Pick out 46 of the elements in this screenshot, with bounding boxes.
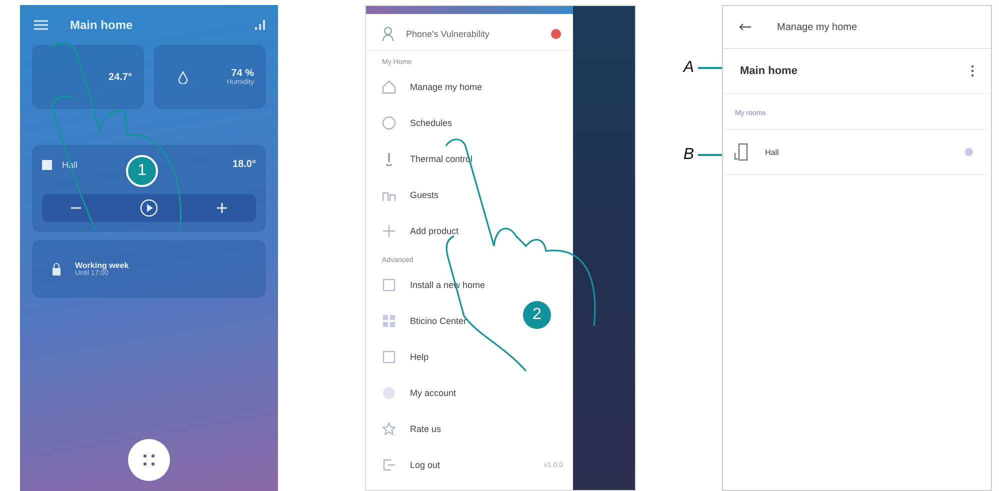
step-badge: 1 — [126, 155, 158, 187]
droplet-icon — [178, 70, 188, 84]
plus-icon[interactable] — [216, 203, 227, 213]
menu-item[interactable]: Add product — [366, 213, 469, 249]
apps-button[interactable] — [128, 439, 170, 481]
mode-title: Working week — [75, 261, 129, 270]
play-icon[interactable] — [140, 199, 158, 217]
box-icon — [382, 350, 396, 364]
grid-icon — [382, 314, 396, 328]
menu-icon[interactable] — [34, 20, 48, 30]
screen-title: Manage my home — [777, 22, 858, 32]
back-arrow-icon[interactable] — [739, 23, 751, 31]
menu-item[interactable]: Manage my home — [366, 69, 492, 105]
notification-dot — [551, 29, 561, 39]
status-dot — [965, 148, 973, 156]
plus-icon — [382, 224, 396, 238]
leader-line — [698, 67, 722, 69]
house-icon — [382, 80, 396, 94]
menu-item[interactable]: Help — [366, 339, 439, 375]
menu-item[interactable]: Guests — [366, 177, 449, 213]
more-options-icon[interactable] — [971, 65, 974, 77]
screen-title: Main home — [70, 18, 133, 32]
exit-icon — [382, 458, 396, 472]
callout-label: B — [683, 146, 694, 164]
temperature-value: 24.7° — [108, 72, 132, 82]
leader-line — [698, 154, 722, 156]
grid-icon — [142, 453, 156, 467]
home-row[interactable]: Main home — [723, 49, 991, 94]
lock-icon — [52, 262, 61, 276]
box-icon — [382, 278, 396, 292]
clock-icon — [382, 116, 396, 130]
room-temperature: 18.0° — [232, 159, 256, 170]
menu-item[interactable]: Schedules — [366, 105, 462, 141]
room-row[interactable]: Hall — [723, 130, 991, 175]
star-icon — [382, 422, 396, 436]
door-icon — [733, 143, 749, 161]
menu-item[interactable]: My account — [366, 375, 466, 411]
user-name: Phone's Vulnerability — [406, 29, 490, 39]
user-icon — [382, 26, 396, 42]
menu-item[interactable]: Bticino Center — [366, 303, 477, 339]
minus-icon[interactable] — [71, 207, 82, 209]
menu-item[interactable]: Rate us — [366, 411, 452, 447]
humidity-value: 74 % — [231, 68, 254, 79]
room-icon — [42, 160, 52, 170]
callout-label: A — [683, 59, 694, 77]
signal-icon[interactable] — [254, 19, 266, 31]
